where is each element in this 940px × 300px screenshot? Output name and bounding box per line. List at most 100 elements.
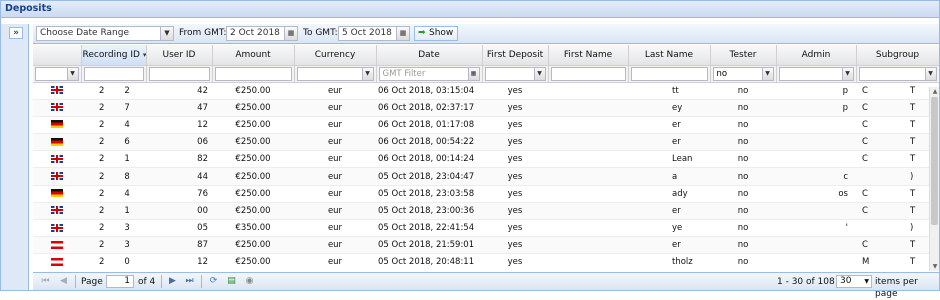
amount-cell: €250.00 <box>212 116 294 135</box>
from-date-field[interactable]: 2 Oct 2018 ▦ <box>226 26 298 41</box>
last-page-icon[interactable]: ⏭ <box>183 275 196 288</box>
show-button[interactable]: ➡ Show <box>414 26 458 41</box>
per-page-label: items per page <box>875 277 918 299</box>
flag-cell <box>33 167 81 186</box>
user-id-cell: 05 <box>146 219 212 238</box>
subgroup-cell: CT <box>856 185 939 203</box>
tester-cell: no <box>710 219 776 238</box>
table-row[interactable]: 2 6 06 €250.00 eur 06 Oct 2018, 00:54:22 yes er… <box>33 133 939 152</box>
calendar-icon[interactable]: ▦ <box>396 27 409 40</box>
grid-body: 2 2 42 €250.00 eur 06 Oct 2018, 03:15:04 yes tt… <box>33 82 939 271</box>
table-row[interactable]: 2 7 47 €250.00 eur 06 Oct 2018, 02:37:17 yes ey… <box>33 99 939 117</box>
chevron-down-icon[interactable]: ▼ <box>66 67 78 80</box>
scroll-thumb[interactable] <box>931 97 938 225</box>
recording-id-filter[interactable] <box>83 66 144 81</box>
recording-id-prefix: 2 <box>99 154 105 165</box>
col-header-first-deposit[interactable]: First Deposit <box>482 45 549 66</box>
table-row[interactable]: 2 0 12 €250.00 eur 05 Oct 2018, 20:48:11 yes th… <box>33 253 939 271</box>
subgroup-suffix: T <box>910 102 916 113</box>
next-page-icon[interactable]: ▶ <box>166 275 179 288</box>
subgroup-cell: CT <box>856 82 939 100</box>
vertical-scrollbar[interactable]: ▲ ▼ <box>929 87 939 271</box>
subgroup-filter[interactable]: ▼ <box>858 66 937 81</box>
col-header-currency[interactable]: Currency <box>294 45 377 66</box>
tester-filter[interactable]: no ▼ <box>712 66 774 81</box>
table-row[interactable]: 2 1 82 €250.00 eur 06 Oct 2018, 00:14:24 yes Le… <box>33 150 939 169</box>
currency-cell: eur <box>294 116 376 135</box>
arrow-right-icon: ➡ <box>418 28 426 38</box>
subgroup-suffix: T <box>910 119 916 130</box>
flag-at-icon <box>51 257 63 266</box>
page-number-input[interactable]: 1 <box>106 275 134 288</box>
recording-id-prefix: 2 <box>99 119 105 130</box>
chevron-down-icon[interactable]: ▼ <box>533 67 545 80</box>
calendar-icon[interactable]: ▦ <box>284 27 297 40</box>
table-row[interactable]: 2 3 05 €350.00 eur 05 Oct 2018, 22:41:54 yes ye… <box>33 219 939 238</box>
first-name-cell <box>548 150 628 169</box>
recording-id-suffix: 8 <box>124 171 130 182</box>
date-filter[interactable]: GMT Filter ▦ <box>378 66 480 81</box>
subgroup-cell: CT <box>856 116 939 135</box>
user-id-cell: 00 <box>146 202 212 221</box>
settings-icon[interactable]: ◉ <box>243 275 256 288</box>
col-header-user-id[interactable]: User ID <box>146 45 213 66</box>
table-row[interactable]: 2 3 87 €250.00 eur 05 Oct 2018, 21:59:01 yes er… <box>33 236 939 255</box>
subgroup-suffix: T <box>910 154 916 165</box>
table-row[interactable]: 2 4 76 €250.00 eur 05 Oct 2018, 23:03:58 yes ad… <box>33 185 939 203</box>
table-row[interactable]: 2 1 00 €250.00 eur 05 Oct 2018, 23:00:36 yes er… <box>33 202 939 221</box>
calendar-icon[interactable]: ▦ <box>467 67 479 80</box>
flag-cell <box>33 99 81 117</box>
chevron-down-icon[interactable]: ▼ <box>761 67 773 80</box>
last-name-cell: Lean <box>628 150 710 169</box>
chevron-down-icon[interactable]: ▼ <box>160 27 173 40</box>
date-range-select[interactable]: Choose Date Range ▼ <box>36 26 174 41</box>
scroll-up-icon[interactable]: ▲ <box>930 87 939 96</box>
tester-cell: no <box>710 167 776 186</box>
chevron-down-icon[interactable]: ▼ <box>841 67 853 80</box>
admin-cell <box>776 236 856 255</box>
excel-export-icon[interactable]: ▤ <box>225 275 238 288</box>
first-deposit-cell: yes <box>482 116 548 135</box>
per-page-select[interactable]: 30 ▼ <box>836 275 872 288</box>
last-name-filter[interactable] <box>630 66 708 81</box>
col-header-subgroup[interactable]: Subgroup <box>856 45 939 66</box>
scroll-down-icon[interactable]: ▼ <box>930 262 939 271</box>
prev-page-icon[interactable]: ◀ <box>57 275 70 288</box>
amount-filter[interactable] <box>214 66 292 81</box>
table-row[interactable]: 2 2 42 €250.00 eur 06 Oct 2018, 03:15:04 yes tt… <box>33 82 939 100</box>
subgroup-prefix: C <box>862 154 868 165</box>
table-row[interactable]: 2 4 12 €250.00 eur 06 Oct 2018, 01:17:08 yes er… <box>33 116 939 135</box>
admin-cell: p <box>776 99 856 117</box>
col-header-date[interactable]: Date <box>376 45 483 66</box>
flag-filter[interactable]: ▼ <box>35 66 79 81</box>
chevron-down-icon[interactable]: ▼ <box>924 67 936 80</box>
currency-cell: eur <box>294 99 376 117</box>
subgroup-suffix: T <box>910 205 916 216</box>
to-date-field[interactable]: 5 Oct 2018 ▦ <box>338 26 410 41</box>
col-header-first-name[interactable]: First Name <box>548 45 629 66</box>
first-name-filter[interactable] <box>550 66 626 81</box>
col-header-tester[interactable]: Tester <box>710 45 777 66</box>
col-header-admin[interactable]: Admin <box>776 45 857 66</box>
col-header-amount[interactable]: Amount <box>212 45 295 66</box>
recording-id-cell: 20 <box>81 253 146 271</box>
tester-filter-value: no <box>716 68 728 79</box>
user-id-filter[interactable] <box>148 66 210 81</box>
currency-filter[interactable]: ▼ <box>296 66 374 81</box>
chevron-down-icon[interactable]: ▼ <box>361 67 373 80</box>
col-header-flag[interactable] <box>33 45 82 66</box>
recording-id-suffix: 1 <box>124 154 130 165</box>
col-header-recording-id[interactable]: Recording ID ▾ <box>81 45 147 66</box>
subgroup-prefix: M <box>862 257 870 268</box>
admin-filter[interactable]: ▼ <box>778 66 854 81</box>
first-name-cell <box>548 99 628 117</box>
col-header-last-name[interactable]: Last Name <box>628 45 711 66</box>
refresh-icon[interactable]: ⟳ <box>207 275 220 288</box>
first-deposit-filter[interactable]: ▼ <box>484 66 546 81</box>
table-row[interactable]: 2 8 44 €250.00 eur 05 Oct 2018, 23:04:47 yes a n… <box>33 167 939 186</box>
currency-cell: eur <box>294 185 376 203</box>
flag-uk-icon <box>51 172 63 181</box>
currency-cell: eur <box>294 82 376 100</box>
expand-icon[interactable]: » <box>9 27 23 39</box>
first-page-icon[interactable]: ⏮ <box>39 275 52 288</box>
